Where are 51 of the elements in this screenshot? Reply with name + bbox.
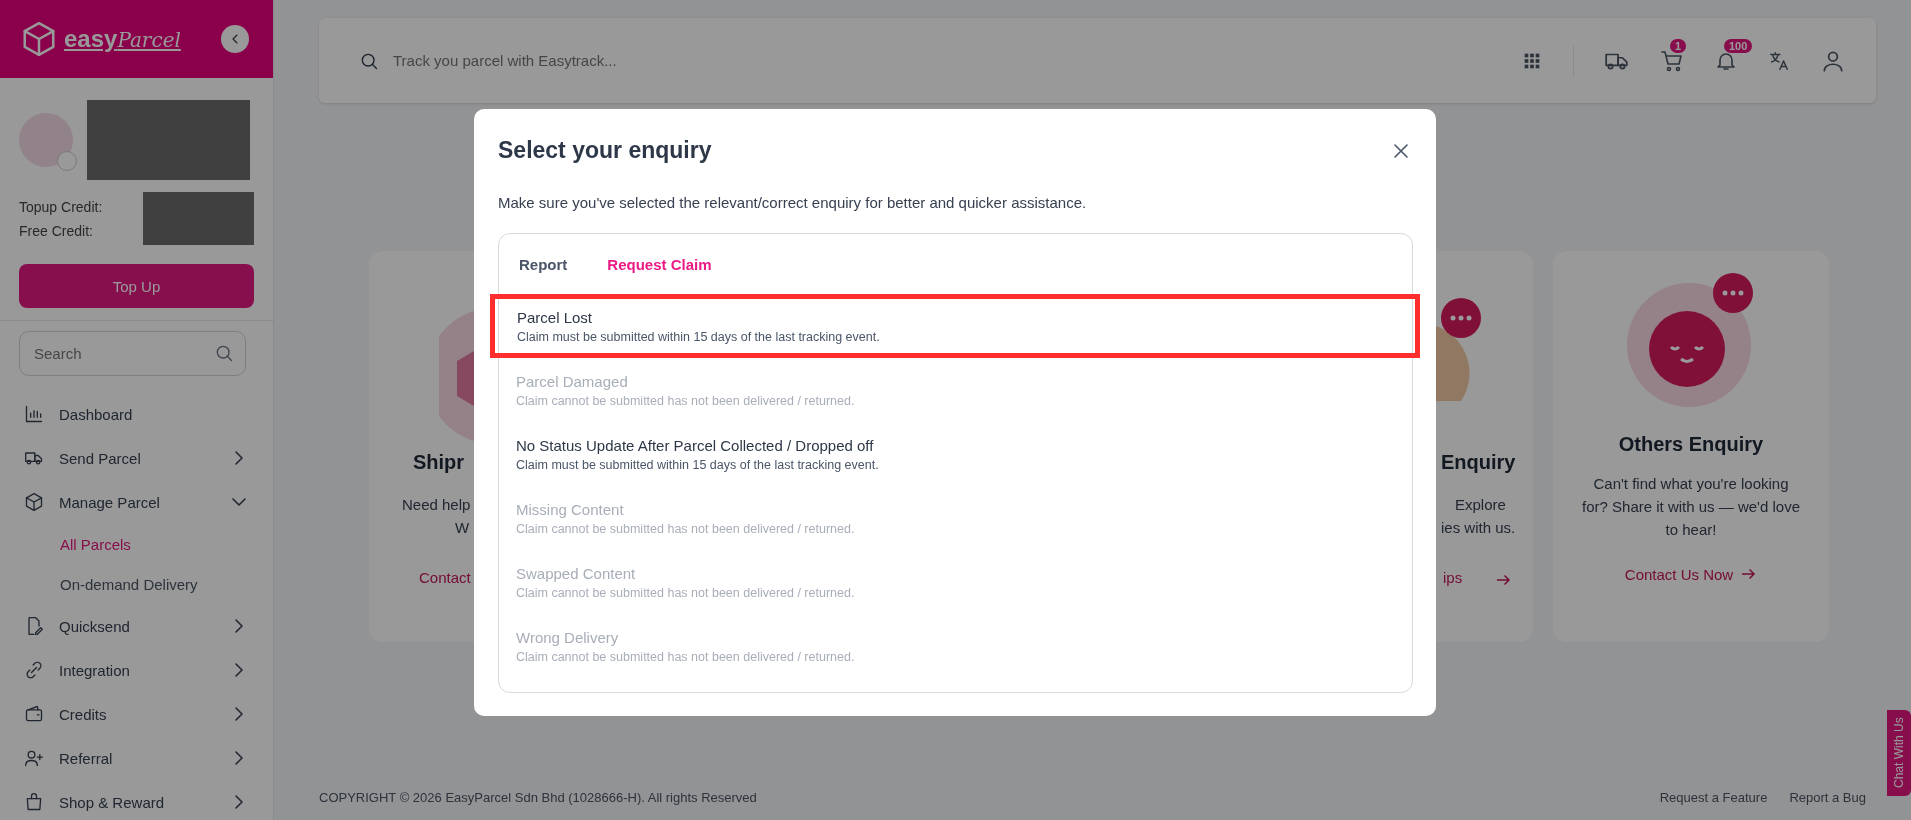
card-title: Shipr [413, 451, 465, 474]
top-up-button[interactable]: Top Up [19, 264, 254, 308]
cart-icon [1660, 48, 1684, 73]
collapse-button[interactable] [221, 25, 249, 53]
nav-item[interactable]: Send Parcel [19, 436, 246, 480]
card-link[interactable]: Contact [419, 569, 471, 586]
card-description: Explore [1455, 496, 1506, 513]
card-link[interactable]: Contact Us Now [1624, 565, 1758, 583]
nav-item[interactable]: Referral [19, 736, 246, 780]
tab[interactable]: Request Claim [607, 255, 712, 273]
user-plus-icon [24, 748, 44, 768]
translate-icon [1768, 49, 1790, 72]
credit-label: Topup Credit: [19, 198, 104, 215]
notification-count-badge: 100 [1724, 38, 1753, 53]
card-link[interactable]: ips [1443, 569, 1463, 586]
nav-item[interactable]: Integration [19, 648, 246, 692]
chat-tab[interactable]: Chat With Us [1887, 710, 1911, 796]
wallet-icon [24, 704, 44, 724]
card-description: W [455, 519, 470, 536]
card-description: to hear! [1664, 520, 1718, 540]
enquiry-option[interactable]: Parcel Lost Claim must be submitted within 15 days of the last tracking event. [490, 294, 1420, 358]
box-icon [24, 492, 44, 512]
card-title: Enquiry [1441, 451, 1516, 474]
card-title: Others Enquiry [1618, 433, 1764, 456]
tab[interactable]: Report [519, 255, 568, 273]
credit-label: Free Credit: [19, 222, 94, 239]
cart-count-badge: 1 [1670, 38, 1687, 53]
nav-item[interactable]: Credits [19, 692, 246, 736]
footer-link[interactable]: Report a Bug [1789, 789, 1866, 805]
bar-chart-icon [24, 404, 44, 424]
search-icon [214, 343, 234, 363]
logo-wordmark: easyParcel [64, 25, 181, 53]
dialog-title: Select your enquiry [498, 137, 712, 164]
link-icon [24, 660, 44, 680]
dialog-subtitle: Make sure you've selected the relevant/correct enquiry for better and quicker assistance. [498, 194, 1088, 211]
search-field[interactable]: Search [19, 331, 246, 376]
card-description: for? Share it with us — we'd love [1582, 497, 1800, 517]
card-description: Need help [402, 496, 471, 513]
shopping-bag-icon [24, 792, 44, 812]
nav-item[interactable]: Shop & Reward [19, 780, 246, 820]
footer-link[interactable]: Request a Feature [1659, 789, 1768, 805]
copyright-text: COPYRIGHT © 2026 EasyParcel Sdn Bhd (1028666-H). All rights Reserved [319, 789, 758, 805]
box-icon [20, 20, 58, 58]
card-description: ies with us. [1441, 519, 1516, 536]
nav-item[interactable]: Manage Parcel [19, 480, 246, 524]
nav-item[interactable]: Dashboard [19, 392, 246, 436]
enquiry-option[interactable]: No Status Update After Parcel Collected / Dropped off Claim must be submitted within 15 days of the last tracking event. [498, 422, 1413, 486]
card-description: Can't find what you're looking [1592, 474, 1790, 494]
nav-item[interactable]: Quicksend [19, 604, 246, 648]
nav-subitem[interactable]: On-demand Delivery [19, 564, 246, 604]
nav-subitem[interactable]: All Parcels [19, 524, 246, 564]
